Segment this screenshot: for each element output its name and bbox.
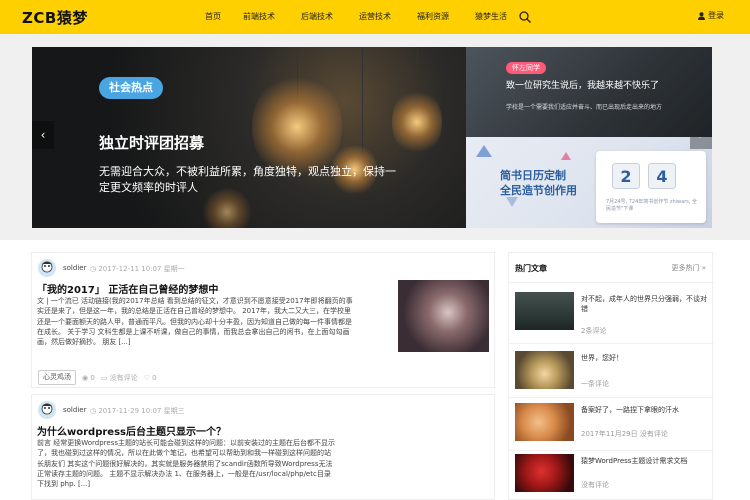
calendar-note: 7月24号, 724年简书创作节 zhiwars, 全民造节"下课 (606, 199, 698, 212)
calendar-title: 简书日历定制 (500, 169, 566, 182)
more-hot-link[interactable]: 更多热门 » (671, 263, 706, 273)
nav-item-operations[interactable]: 运营技术 (359, 0, 391, 34)
views-count: ◉ 0 (82, 373, 95, 382)
side-slide-description: 学校是一个需要我们适应并奋斗、而已出现后走出来的地方 (506, 104, 663, 111)
slide-title[interactable]: 独立时评团招募 (99, 132, 204, 153)
user-icon (698, 12, 705, 20)
post-author[interactable]: soldier (63, 264, 86, 272)
post-excerpt: 文 | 一个流已 活动链接(我的2017年总结 看到总结的征文，才意识到不愿意接… (37, 297, 353, 347)
post-title[interactable]: 「我的2017」 正活在自己曾经的梦想中 (37, 281, 218, 296)
author-tag[interactable]: 怀左同学 (506, 62, 546, 74)
nav-item-home[interactable]: 首页 (205, 0, 221, 34)
post-date: ◷ 2017-11-29 10:07 星期三 (90, 407, 185, 415)
decor-triangle (506, 197, 518, 207)
divider (509, 450, 714, 451)
decor-triangle (476, 145, 492, 157)
comments-link[interactable]: ▭ 没有评论 (101, 373, 138, 383)
featured-carousel: 社会热点 独立时评团招募 无需迎合大众，不被利益所累，角度独特，观点独立，保持一… (32, 47, 712, 228)
likes-count[interactable]: ♡ 0 (144, 374, 157, 382)
article-meta: 2017年11月29日 没有评论 (581, 430, 668, 438)
likes-value: 0 (152, 373, 157, 382)
post-thumbnail[interactable] (398, 280, 489, 352)
slide-description: 无需迎合大众，不被利益所累，角度独特，观点独立，保持一定更文频率的时评人 (99, 165, 396, 194)
article-thumbnail[interactable] (515, 292, 574, 330)
carousel-next-button[interactable]: › (690, 137, 712, 149)
comments-text: 没有评论 (109, 373, 138, 382)
list-item[interactable]: 对不起，成年人的世界只分强弱，不谈对错 2条评论 (515, 292, 710, 336)
list-item[interactable]: 备案好了，一路捏下拿眼的汗水 2017年11月29日 没有评论 (515, 403, 710, 447)
article-thumbnail[interactable] (515, 454, 574, 492)
divider (509, 343, 714, 344)
calendar-card: 2 4 7月24号, 724年简书创作节 zhiwars, 全民造节"下课 (596, 151, 706, 223)
article-title[interactable]: 猿梦WordPress主题设计需求文档 (581, 456, 709, 466)
search-icon[interactable] (519, 11, 531, 23)
hot-articles-widget: 热门文章 更多热门 » 对不起，成年人的世界只分强弱，不谈对错 2条评论 世界，… (508, 252, 714, 500)
article-title[interactable]: 对不起，成年人的世界只分强弱，不谈对错 (581, 294, 709, 314)
article-thumbnail[interactable] (515, 403, 574, 441)
side-slide-top[interactable]: 怀左同学 致一位研究生说后，我越来越不快乐了 学校是一个需要我们适应并奋斗、而已… (466, 47, 712, 137)
post-card: soldier ◷ 2017-11-29 10:07 星期三 为什么wordpr… (31, 394, 495, 500)
post-date: ◷ 2017-12-11 10:07 星期一 (90, 265, 185, 273)
decor-triangle (561, 152, 571, 160)
calendar-digit: 2 (612, 163, 640, 189)
top-header: ZCB猿梦 首页 前端技术 后端技术 运营技术 福利资源 猿梦生活 登录 (0, 0, 750, 34)
nav-item-resources[interactable]: 福利资源 (417, 0, 449, 34)
article-thumbnail[interactable] (515, 351, 574, 389)
list-item[interactable]: 猿梦WordPress主题设计需求文档 没有评论 (515, 454, 710, 498)
nav-item-frontend[interactable]: 前端技术 (243, 0, 275, 34)
views-value: 0 (90, 373, 95, 382)
wire-line (362, 47, 363, 157)
post-date-text: 2017-11-29 10:07 星期三 (98, 407, 185, 415)
article-meta: 一条评论 (581, 380, 609, 388)
site-logo[interactable]: ZCB猿梦 (22, 7, 88, 28)
divider (509, 282, 714, 283)
nav-item-backend[interactable]: 后端技术 (301, 0, 333, 34)
article-title[interactable]: 备案好了，一路捏下拿眼的汗水 (581, 405, 709, 415)
list-item[interactable]: 世界，您好！ 一条评论 (515, 351, 710, 395)
article-meta: 没有评论 (581, 481, 609, 489)
carousel-prev-button[interactable]: ‹ (32, 121, 54, 149)
main-nav: 首页 前端技术 后端技术 运营技术 福利资源 猿梦生活 (205, 0, 533, 34)
post-title[interactable]: 为什么wordpress后台主题只显示一个？ (37, 423, 226, 438)
post-footer: 心灵鸡汤 ◉ 0 ▭ 没有评论 ♡ 0 (38, 370, 163, 385)
login-label: 登录 (708, 11, 724, 20)
post-date-text: 2017-12-11 10:07 星期一 (98, 265, 185, 273)
avatar[interactable] (38, 259, 56, 277)
widget-title: 热门文章 (515, 264, 547, 273)
bulb-image (392, 87, 442, 157)
side-slide-bottom[interactable]: 简书日历定制 全民造节创作用 2 4 7月24号, 724年简书创作节 zhiw… (466, 137, 712, 228)
article-title[interactable]: 世界，您好！ (581, 353, 709, 363)
side-slide-title[interactable]: 致一位研究生说后，我越来越不快乐了 (506, 78, 659, 91)
avatar[interactable] (38, 401, 56, 419)
nav-item-life[interactable]: 猿梦生活 (475, 0, 507, 34)
main-slide[interactable]: 社会热点 独立时评团招募 无需迎合大众，不被利益所累，角度独特，观点独立，保持一… (32, 47, 466, 228)
post-card: soldier ◷ 2017-12-11 10:07 星期一 「我的2017」 … (31, 252, 495, 388)
divider (509, 397, 714, 398)
calendar-subtitle: 全民造节创作用 (500, 184, 577, 197)
calendar-digit: 4 (648, 163, 676, 189)
post-excerpt: 前言 经常更换Wordpress主题的站长可能会碰到这样的问题：以前安装过的主题… (37, 439, 335, 489)
category-tag[interactable]: 社会热点 (99, 77, 163, 99)
login-link[interactable]: 登录 (698, 0, 724, 32)
post-tag[interactable]: 心灵鸡汤 (38, 370, 76, 385)
article-meta: 2条评论 (581, 327, 607, 335)
post-author[interactable]: soldier (63, 406, 86, 414)
